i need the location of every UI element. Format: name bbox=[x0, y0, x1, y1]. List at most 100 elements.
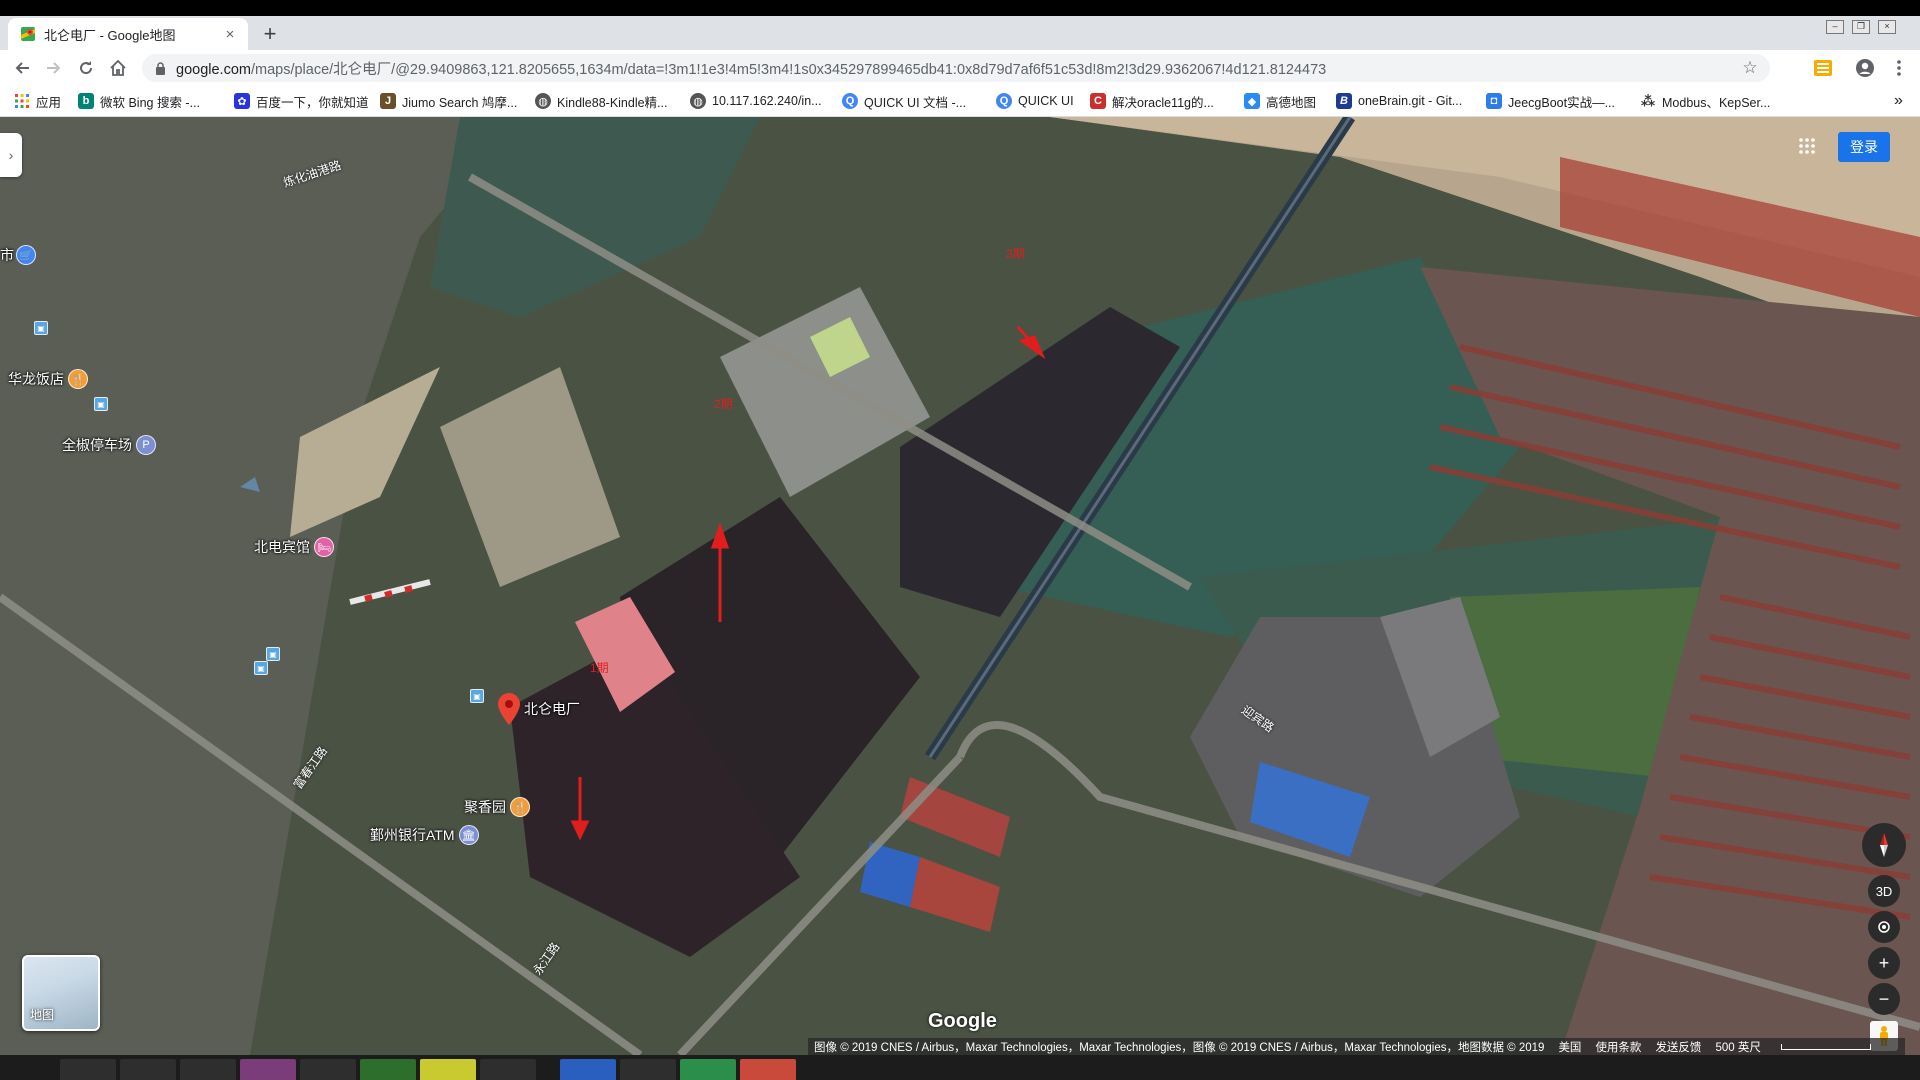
home-button[interactable] bbox=[106, 56, 130, 80]
menu-kebab-icon[interactable] bbox=[1888, 57, 1910, 79]
globe-icon: ◍ bbox=[535, 93, 551, 109]
compass-icon bbox=[1880, 833, 1888, 857]
bookmark-quickui[interactable]: Q QUICK UI bbox=[996, 92, 1074, 110]
taskbar-item[interactable] bbox=[560, 1059, 616, 1080]
tab-google-maps[interactable]: 北仑电厂 - Google地图 × bbox=[8, 18, 248, 50]
close-window-button[interactable]: × bbox=[1878, 20, 1896, 34]
taskbar-item[interactable] bbox=[360, 1059, 416, 1080]
os-taskbar bbox=[0, 1055, 1920, 1080]
bookmarks-overflow-button[interactable]: » bbox=[1894, 92, 1903, 110]
tab-strip: 北仑电厂 - Google地图 × + – ❐ × bbox=[0, 16, 1920, 50]
poi-beilun-power-plant[interactable]: 北仑电厂 bbox=[498, 693, 580, 725]
my-location-icon bbox=[1878, 921, 1890, 933]
terms-link[interactable]: 使用条款 bbox=[1595, 1039, 1641, 1055]
google-logo: Google bbox=[928, 1010, 997, 1032]
bookmark-jeecg[interactable]: ◘ JeecgBoot实战—... bbox=[1486, 92, 1615, 110]
bookmark-baidu[interactable]: ✿ 百度一下，你就知道 bbox=[234, 92, 369, 110]
quickui-icon: Q bbox=[996, 93, 1012, 109]
bus-stop-icon[interactable]: ▣ bbox=[266, 647, 284, 661]
taskbar-item[interactable] bbox=[480, 1059, 536, 1080]
satellite-imagery bbox=[0, 117, 1920, 1055]
bing-icon: b bbox=[78, 93, 94, 109]
bookmark-bing[interactable]: b 微软 Bing 搜索 -... bbox=[78, 92, 200, 110]
bookmark-amap[interactable]: ◆ 高德地图 bbox=[1244, 92, 1316, 110]
bus-stop-icon[interactable]: ▣ bbox=[34, 321, 52, 335]
phase-2-annotation: 2期 bbox=[714, 397, 733, 411]
lock-icon bbox=[152, 61, 168, 75]
zoom-out-button[interactable]: − bbox=[1868, 983, 1900, 1015]
bus-stop-icon[interactable]: ▣ bbox=[470, 689, 488, 703]
taskbar-item[interactable] bbox=[120, 1059, 176, 1080]
extension-icon[interactable] bbox=[1812, 57, 1834, 79]
taskbar-item[interactable] bbox=[680, 1059, 736, 1080]
reload-button[interactable] bbox=[74, 56, 98, 80]
quickui-icon: Q bbox=[842, 93, 858, 109]
satellite-map-canvas[interactable]: 3期 2期 1期 炼化油港路 富春江路 迎宾路 永江路 市 🛒 华龙饭店 🍴 全… bbox=[0, 117, 1920, 1055]
phase-3-annotation: 3期 bbox=[1006, 247, 1025, 261]
jeecg-icon: ◘ bbox=[1486, 93, 1502, 109]
restaurant-icon: 🍴 bbox=[68, 369, 88, 389]
modbus-icon: ⁂ bbox=[1640, 92, 1656, 109]
restaurant-icon: 🍴 bbox=[510, 797, 530, 817]
zoom-in-button[interactable]: + bbox=[1868, 947, 1900, 979]
address-bar[interactable]: google.com/maps/place/北仑电厂/@29.9409863,1… bbox=[142, 54, 1770, 82]
bookmark-jiumo[interactable]: J Jiumo Search 鸠摩... bbox=[380, 92, 517, 110]
bus-stop-icon[interactable]: ▣ bbox=[254, 661, 272, 675]
url-text: google.com/maps/place/北仑电厂/@29.9409863,1… bbox=[176, 61, 1327, 78]
scale-bar[interactable]: 500 英尺 bbox=[1715, 1039, 1884, 1055]
taskbar-item[interactable] bbox=[180, 1059, 236, 1080]
home-icon bbox=[110, 59, 126, 76]
compass-button[interactable] bbox=[1862, 823, 1906, 867]
taskbar-item[interactable] bbox=[300, 1059, 356, 1080]
apps-grid-icon bbox=[1799, 138, 1815, 154]
sign-in-button[interactable]: 登录 bbox=[1838, 132, 1890, 162]
reload-icon bbox=[80, 61, 93, 75]
tab-close-button[interactable]: × bbox=[220, 24, 240, 44]
taskbar-item[interactable] bbox=[240, 1059, 296, 1080]
bookmark-kindle88[interactable]: ◍ Kindle88-Kindle精... bbox=[535, 92, 667, 110]
restore-button[interactable]: ❐ bbox=[1852, 20, 1870, 34]
bookmark-modbus[interactable]: ⁂ Modbus、KepSer... bbox=[1640, 92, 1771, 110]
bank-icon: 🏛 bbox=[458, 825, 479, 845]
chevron-right-icon: › bbox=[8, 147, 14, 163]
profile-avatar-icon[interactable] bbox=[1854, 57, 1876, 79]
globe-icon: ◍ bbox=[690, 93, 706, 109]
back-button[interactable] bbox=[10, 56, 34, 80]
bookmark-ip[interactable]: ◍ 10.117.162.240/in... bbox=[690, 92, 822, 110]
bookmark-apps[interactable]: 应用 bbox=[14, 92, 61, 110]
arrow-right-icon bbox=[47, 62, 61, 74]
taskbar-item[interactable] bbox=[420, 1059, 476, 1080]
bookmark-star-icon[interactable]: ☆ bbox=[1740, 58, 1760, 78]
taskbar-item[interactable] bbox=[740, 1059, 796, 1080]
layer-toggle-label: 地图 bbox=[30, 1008, 55, 1022]
taskbar-item[interactable] bbox=[620, 1059, 676, 1080]
bookmark-quickui-docs[interactable]: Q QUICK UI 文档 -... bbox=[842, 92, 966, 110]
bookmarks-bar: 应用 b 微软 Bing 搜索 -... ✿ 百度一下，你就知道 J Jiumo Se… bbox=[0, 86, 1920, 117]
country-link[interactable]: 美国 bbox=[1558, 1039, 1581, 1055]
hotel-bed-icon: 🛏 bbox=[314, 537, 334, 557]
poi-quanjiao-parking[interactable]: 全椒停车场 P bbox=[62, 435, 160, 455]
screen-top-border bbox=[0, 0, 1920, 16]
bus-stop-icon[interactable]: ▣ bbox=[94, 397, 112, 411]
minimize-button[interactable]: – bbox=[1826, 20, 1844, 34]
bookmark-oracle[interactable]: C 解决oracle11g的... bbox=[1090, 92, 1214, 110]
google-maps-icon bbox=[21, 27, 35, 41]
new-tab-button[interactable]: + bbox=[258, 21, 282, 46]
map-layer-toggle[interactable]: 地图 bbox=[22, 955, 100, 1031]
map-controls: 3D + − bbox=[1862, 823, 1906, 1051]
feedback-link[interactable]: 发送反馈 bbox=[1655, 1039, 1701, 1055]
google-apps-button[interactable] bbox=[1796, 135, 1818, 157]
poi-yinzhou-bank-atm[interactable]: 鄞州银行ATM 🏛 bbox=[370, 825, 483, 845]
taskbar-item[interactable] bbox=[60, 1059, 116, 1080]
poi-juxiang-garden[interactable]: 聚香园 🍴 bbox=[464, 797, 534, 817]
poi-beidian-hotel[interactable]: 北电宾馆 🛏 bbox=[254, 537, 338, 557]
my-location-button[interactable] bbox=[1868, 911, 1900, 943]
poi-shi[interactable]: 市 🛒 bbox=[0, 245, 40, 265]
browser-toolbar: google.com/maps/place/北仑电厂/@29.9409863,1… bbox=[0, 50, 1920, 86]
forward-button[interactable] bbox=[42, 56, 66, 80]
expand-side-panel-button[interactable]: › bbox=[0, 133, 22, 177]
poi-hualong-hotel[interactable]: 华龙饭店 🍴 bbox=[8, 369, 92, 389]
bookmark-onebrain[interactable]: BoneBrain.git - Git... bbox=[1336, 92, 1462, 110]
3d-toggle-button[interactable]: 3D bbox=[1868, 875, 1900, 907]
arrow-left-icon bbox=[15, 62, 29, 74]
